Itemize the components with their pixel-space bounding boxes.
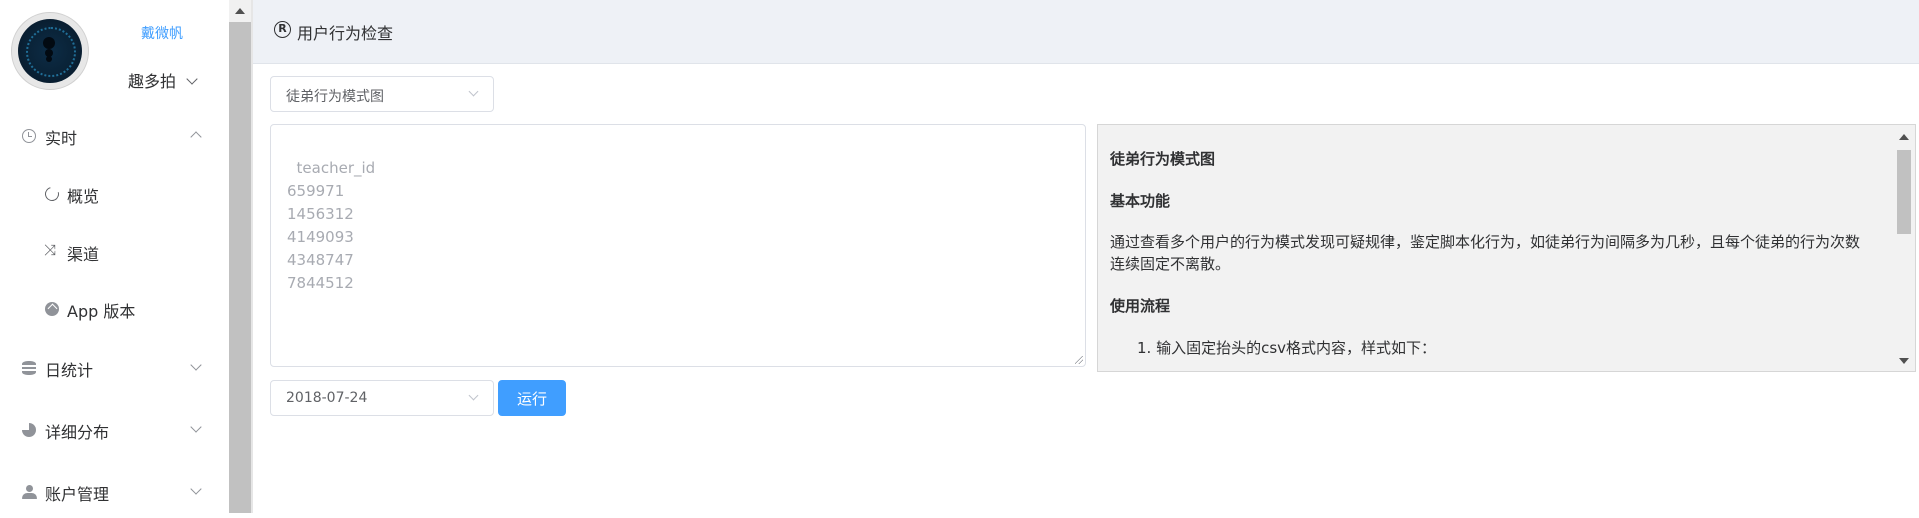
- database-icon: [22, 361, 36, 375]
- sidebar-item-account[interactable]: 账户管理: [0, 466, 229, 518]
- help-basic-text: 通过查看多个用户的行为模式发现可疑规律，鉴定脚本化行为，如徒弟行为间隔多为几秒，…: [1110, 233, 1861, 273]
- sidebar-item-label: 账户管理: [45, 485, 110, 504]
- sidebar-item-overview[interactable]: 概览: [0, 168, 229, 220]
- scroll-down-arrow-icon[interactable]: [1899, 358, 1909, 364]
- sidebar-item-daily-stats[interactable]: 日统计: [0, 342, 229, 394]
- help-section-basic: 基本功能: [1110, 192, 1171, 210]
- sidebar-item-label: 实时: [45, 129, 78, 148]
- scroll-up-arrow-icon[interactable]: [1899, 134, 1909, 140]
- app-switcher[interactable]: 趣多拍: [128, 68, 198, 92]
- refresh-icon: [42, 184, 62, 204]
- sidebar-item-channel[interactable]: 渠道: [0, 226, 229, 278]
- date-select-value: 2018-07-24: [286, 390, 368, 406]
- help-scrollbar[interactable]: [1894, 125, 1915, 371]
- date-select[interactable]: 2018-07-24: [270, 380, 494, 416]
- page-header: R 用户行为检查: [253, 0, 1919, 64]
- help-step-1: 1. 输入固定抬头的csv格式内容，样式如下：: [1137, 339, 1437, 357]
- help-title: 徒弟行为模式图: [1110, 150, 1216, 168]
- help-panel[interactable]: 徒弟行为模式图 基本功能 通过查看多个用户的行为模式发现可疑规律，鉴定脚本化行为…: [1097, 124, 1916, 372]
- chevron-down-icon: [468, 86, 479, 97]
- pie-chart-icon: [22, 423, 36, 437]
- sidebar-item-distribution[interactable]: 详细分布: [0, 404, 229, 456]
- mode-select[interactable]: 徒弟行为模式图: [270, 76, 494, 112]
- sidebar-item-label: 渠道: [67, 245, 100, 264]
- mode-select-value: 徒弟行为模式图: [286, 89, 384, 105]
- chevron-down-icon: [190, 421, 202, 433]
- sidebar-item-label: 日统计: [45, 361, 94, 380]
- sidebar-item-label: App 版本: [67, 302, 136, 321]
- chevron-down-icon: [190, 359, 202, 371]
- clock-icon: [22, 129, 36, 143]
- help-section-usage: 使用流程: [1110, 297, 1171, 315]
- chevron-down-icon: [468, 390, 479, 401]
- chevron-up-icon: [190, 131, 202, 143]
- avatar-image: [18, 19, 82, 83]
- scrollbar-thumb[interactable]: [1897, 150, 1911, 234]
- user-name[interactable]: 戴微帆: [141, 23, 183, 43]
- sidebar-item-label: 详细分布: [45, 423, 110, 442]
- sidebar-item-app-version[interactable]: App 版本: [0, 283, 229, 335]
- chevron-down-icon: [190, 483, 202, 495]
- shuffle-icon: [44, 241, 59, 259]
- id-input-textarea[interactable]: teacher_id 659971 1456312 4149093 434874…: [270, 124, 1086, 367]
- app-switcher-label: 趣多拍: [128, 72, 177, 91]
- sidebar-item-label: 概览: [67, 187, 100, 206]
- registered-icon: R: [274, 21, 291, 38]
- avatar[interactable]: [11, 12, 89, 90]
- page-title: 用户行为检查: [297, 24, 394, 43]
- textarea-text: teacher_id 659971 1456312 4149093 434874…: [287, 159, 376, 292]
- scrollbar-thumb[interactable]: [229, 22, 251, 513]
- users-icon: [22, 485, 37, 499]
- sidebar: 戴微帆 趣多拍 实时 概览 渠道 App 版本 日统计 详细分布: [0, 0, 229, 513]
- resize-handle-icon[interactable]: [1075, 356, 1083, 364]
- sidebar-scrollbar[interactable]: [229, 0, 251, 513]
- app-badge-icon: [45, 302, 59, 316]
- chevron-down-icon: [186, 73, 198, 85]
- divider: [251, 0, 253, 513]
- sidebar-item-realtime[interactable]: 实时: [0, 110, 229, 162]
- run-button[interactable]: 运行: [498, 380, 566, 416]
- scroll-up-arrow-icon[interactable]: [235, 8, 245, 14]
